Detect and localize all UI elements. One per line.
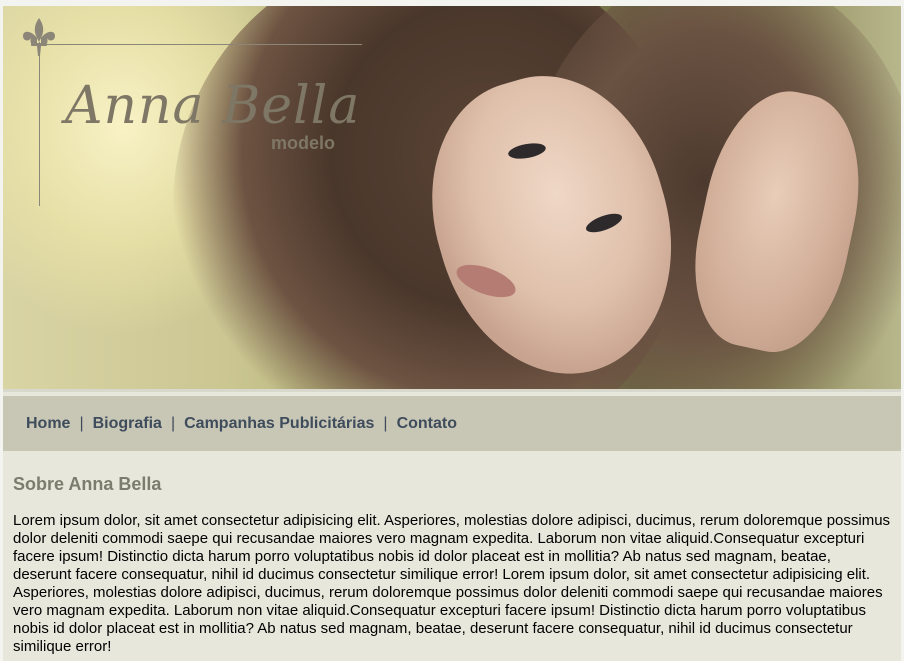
about-text: Lorem ipsum dolor, sit amet consectetur … — [13, 512, 891, 655]
logo-frame-horizontal — [39, 44, 362, 45]
hero-banner: Anna Bella modelo — [3, 6, 901, 392]
logo-frame-vertical — [39, 42, 40, 206]
nav-separator: | — [79, 414, 84, 432]
brand-name: Anna Bella — [65, 76, 361, 136]
main-nav: Home | Biografia | Campanhas Publicitári… — [3, 396, 901, 451]
nav-separator: | — [170, 414, 176, 432]
nav-separator: | — [383, 414, 388, 432]
section-heading: Sobre Anna Bella — [13, 474, 162, 494]
brand-subtitle: modelo — [271, 133, 336, 153]
fleur-de-lis-icon — [23, 18, 55, 56]
hero-divider — [3, 389, 901, 392]
nav-contato-link[interactable]: Contato — [397, 415, 457, 433]
page: Anna Bella modelo Home | Biografia | Cam… — [3, 6, 901, 661]
nav-home-link[interactable]: Home — [26, 415, 70, 433]
nav-campanhas-link[interactable]: Campanhas Publicitárias — [184, 415, 374, 433]
nav-biografia-link[interactable]: Biografia — [93, 415, 162, 433]
about-section: Sobre Anna Bella Lorem ipsum dolor, sit … — [13, 474, 893, 656]
